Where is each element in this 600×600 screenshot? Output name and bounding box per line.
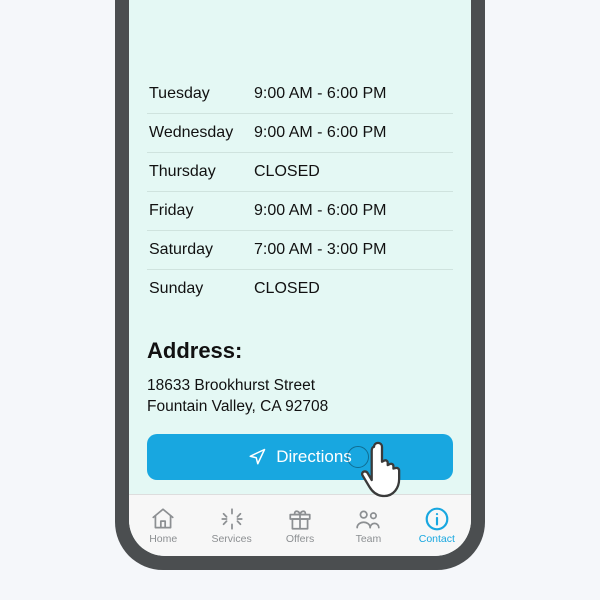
hours-value: CLOSED	[254, 280, 451, 298]
tab-services[interactable]: Services	[197, 495, 265, 556]
tab-offers[interactable]: Offers	[266, 495, 334, 556]
hours-row: Friday 9:00 AM - 6:00 PM	[147, 192, 453, 231]
address-title: Address:	[147, 338, 453, 364]
hours-row: Sunday CLOSED	[147, 270, 453, 308]
address-lines: 18633 Brookhurst Street Fountain Valley,…	[147, 376, 453, 418]
tab-label: Contact	[419, 534, 455, 545]
hours-value: 9:00 AM - 6:00 PM	[254, 85, 451, 103]
team-icon	[355, 506, 381, 532]
hours-list: Tuesday 9:00 AM - 6:00 PM Wednesday 9:00…	[147, 75, 453, 308]
home-icon	[150, 506, 176, 532]
hours-row: Thursday CLOSED	[147, 153, 453, 192]
hours-row: Wednesday 9:00 AM - 6:00 PM	[147, 114, 453, 153]
hours-value: 7:00 AM - 3:00 PM	[254, 241, 451, 259]
directions-label: Directions	[276, 447, 352, 467]
directions-button[interactable]: Directions	[147, 434, 453, 480]
info-icon	[424, 506, 450, 532]
tab-home[interactable]: Home	[129, 495, 197, 556]
hours-value: 9:00 AM - 6:00 PM	[254, 202, 451, 220]
navigation-icon	[248, 448, 266, 466]
hours-day: Saturday	[149, 241, 254, 259]
tab-label: Offers	[286, 534, 314, 545]
hours-value: CLOSED	[254, 163, 451, 181]
tab-bar: Home Services Offers	[129, 494, 471, 556]
gift-icon	[287, 506, 313, 532]
hours-day: Friday	[149, 202, 254, 220]
hours-day: Tuesday	[149, 85, 254, 103]
hours-day: Wednesday	[149, 124, 254, 142]
tab-label: Team	[356, 534, 382, 545]
screen: Tuesday 9:00 AM - 6:00 PM Wednesday 9:00…	[129, 0, 471, 556]
tab-label: Home	[149, 534, 177, 545]
tab-label: Services	[211, 534, 251, 545]
tab-team[interactable]: Team	[334, 495, 402, 556]
tab-contact[interactable]: Contact	[403, 495, 471, 556]
hours-value: 9:00 AM - 6:00 PM	[254, 124, 451, 142]
services-icon	[219, 506, 245, 532]
phone-frame: Tuesday 9:00 AM - 6:00 PM Wednesday 9:00…	[115, 0, 485, 570]
address-line-1: 18633 Brookhurst Street	[147, 376, 453, 397]
hours-row: Tuesday 9:00 AM - 6:00 PM	[147, 75, 453, 114]
hours-row: Saturday 7:00 AM - 3:00 PM	[147, 231, 453, 270]
address-line-2: Fountain Valley, CA 92708	[147, 397, 453, 418]
hours-day: Thursday	[149, 163, 254, 181]
contact-content: Tuesday 9:00 AM - 6:00 PM Wednesday 9:00…	[129, 0, 471, 494]
hours-day: Sunday	[149, 280, 254, 298]
